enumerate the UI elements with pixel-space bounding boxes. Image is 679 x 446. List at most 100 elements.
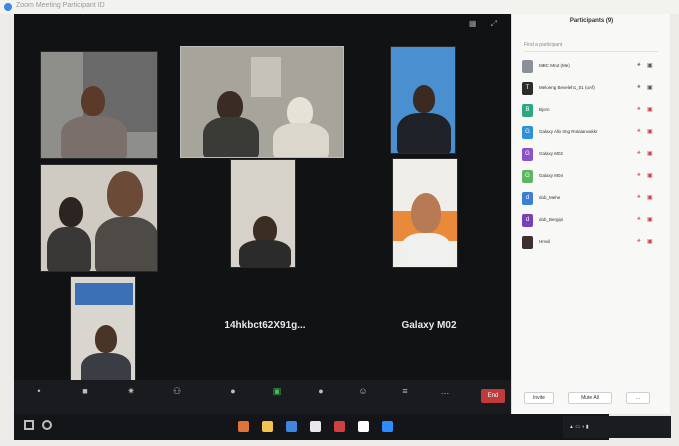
panel-title: Participants (9) [569, 18, 614, 24]
camera-icon[interactable]: ▣ [647, 62, 653, 69]
participant-name: Galaxy M04 [539, 173, 564, 178]
windows-taskbar [14, 414, 609, 440]
camera-icon[interactable]: ▣ [647, 106, 653, 113]
participant-row[interactable]: Hmvil ⚹ ▣ [522, 235, 664, 251]
store-icon[interactable] [310, 421, 321, 432]
participants-panel: Participants (9) Find a participant MBC … [511, 14, 670, 414]
video-tile-active-speaker[interactable] [180, 46, 344, 158]
screen: Zoom Meeting Participant ID ▦ ⤢ 14hkbct6… [0, 0, 679, 446]
chrome-icon[interactable] [286, 421, 297, 432]
participant-body [397, 113, 451, 153]
edge-icon[interactable] [238, 421, 249, 432]
video-tile[interactable] [70, 276, 136, 386]
microphone-icon[interactable]: ⚹ [637, 106, 641, 113]
record-icon: ● [318, 386, 324, 396]
chat-icon: ● [230, 386, 236, 396]
participant-face [413, 85, 435, 113]
photos-icon[interactable] [358, 421, 369, 432]
mute-button[interactable]: • [24, 386, 54, 410]
microphone-icon[interactable]: ⚹ [637, 194, 641, 201]
participant-avatar: B [522, 104, 533, 117]
participant-avatar: d [522, 214, 533, 227]
video-tile[interactable] [40, 51, 158, 159]
participant-face [107, 171, 143, 217]
windows-start-icon[interactable] [24, 420, 34, 430]
system-tray: ▲ ▭ ◖ ▮ [563, 416, 671, 438]
participant-face [59, 197, 83, 227]
microphone-icon[interactable]: ⚹ [637, 172, 641, 179]
participant-body [239, 240, 291, 267]
panel-more-button[interactable]: ... [626, 392, 650, 404]
participant-row[interactable]: G Galaxy M04 ⚹ ▣ [522, 169, 664, 185]
microphone-icon[interactable]: ⚹ [637, 238, 641, 245]
microphone-icon[interactable]: ⚹ [637, 84, 641, 91]
participants-button[interactable]: ⚇ [162, 386, 192, 410]
participant-row[interactable]: T Meloeng Beveleh1_01 (uAf) ⚹ ▣ [522, 81, 664, 97]
participant-body [273, 123, 329, 157]
participant-name: dob_Bergipi [539, 217, 564, 222]
file-explorer-icon[interactable] [262, 421, 273, 432]
stop-video-button[interactable]: ■ [70, 386, 100, 410]
camera-icon[interactable]: ▣ [647, 216, 653, 223]
mute-all-button[interactable]: Mute All [568, 392, 612, 404]
participant-avatar: T [522, 82, 533, 95]
more-button[interactable]: … [430, 386, 460, 410]
record-button[interactable]: ● [306, 386, 336, 410]
camera-icon[interactable]: ▣ [647, 172, 653, 179]
video-tile[interactable] [40, 164, 158, 272]
video-icon: ■ [82, 386, 88, 396]
camera-icon[interactable]: ▣ [647, 150, 653, 157]
zoom-icon[interactable] [382, 421, 393, 432]
meeting-video-area: ▦ ⤢ 14hkbct62X91g... Galaxy M02 [14, 14, 511, 414]
participant-name: Bjorn [539, 107, 550, 112]
camera-icon[interactable]: ▣ [647, 128, 653, 135]
participant-body [47, 227, 91, 271]
participant-avatar: G [522, 126, 533, 139]
participant-avatar: d [522, 192, 533, 205]
participant-name: Galaxy Allx tmg Rotaianvakkr [539, 129, 598, 134]
view-options[interactable]: ▦ ⤢ [469, 19, 503, 29]
wall-frame [251, 57, 281, 97]
participant-row[interactable]: G Galaxy M02 ⚹ ▣ [522, 147, 664, 163]
camera-icon[interactable]: ▣ [647, 84, 653, 91]
participant-name-tile[interactable]: 14hkbct62X91g... [200, 320, 330, 331]
participant-face [411, 193, 441, 233]
microphone-icon[interactable]: ⚹ [637, 128, 641, 135]
apps-icon: ≡ [402, 386, 408, 396]
apps-button[interactable]: ≡ [390, 386, 420, 410]
camera-icon[interactable]: ▣ [647, 238, 653, 245]
video-tile[interactable] [230, 159, 296, 268]
mail-icon[interactable] [334, 421, 345, 432]
participant-name: Meloeng Beveleh1_01 (uAf) [539, 85, 595, 90]
reactions-button[interactable]: ☺ [348, 386, 378, 410]
security-icon: ✷ [127, 386, 135, 396]
microphone-icon[interactable]: ⚹ [637, 150, 641, 157]
chat-button[interactable]: ● [218, 386, 248, 410]
video-tile[interactable] [390, 46, 456, 154]
share-screen-button[interactable]: ▣ [262, 386, 292, 410]
participant-row[interactable]: d dob_Bergipi ⚹ ▣ [522, 213, 664, 229]
search-icon[interactable] [42, 420, 52, 430]
security-button[interactable]: ✷ [116, 386, 146, 410]
microphone-icon[interactable]: ⚹ [637, 216, 641, 223]
camera-icon[interactable]: ▣ [647, 194, 653, 201]
participant-name-tile[interactable]: Galaxy M02 [374, 320, 484, 331]
participant-row[interactable]: MBC Mrut (Me) ⚹ ▣ [522, 59, 664, 75]
participant-row[interactable]: G Galaxy Allx tmg Rotaianvakkr ⚹ ▣ [522, 125, 664, 141]
participant-face [95, 325, 117, 353]
end-meeting-button[interactable]: End [481, 389, 505, 403]
window-title: Zoom Meeting Participant ID [16, 2, 105, 9]
participant-name: Hmvil [539, 239, 551, 244]
invite-button[interactable]: Invite [524, 392, 554, 404]
zoom-app-icon [4, 3, 12, 11]
video-tile[interactable] [392, 158, 458, 268]
tray-icons[interactable]: ▲ ▭ ◖ ▮ [569, 424, 589, 430]
participant-name: dob_Mehe [539, 195, 561, 200]
participant-face [81, 86, 105, 116]
participant-row[interactable]: d dob_Mehe ⚹ ▣ [522, 191, 664, 207]
participant-row[interactable]: B Bjorn ⚹ ▣ [522, 103, 664, 119]
more-icon: … [440, 386, 450, 396]
microphone-icon[interactable]: ⚹ [637, 62, 641, 69]
participants-icon: ⚇ [172, 386, 182, 396]
participant-search-input[interactable]: Find a participant [524, 42, 658, 52]
